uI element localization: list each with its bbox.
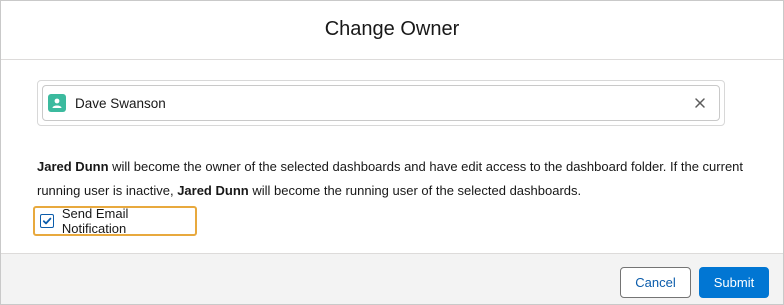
running-user-name: Jared Dunn [177,183,249,198]
send-email-notification-option[interactable]: Send Email Notification [33,206,197,236]
ownership-description: Jared Dunn will become the owner of the … [37,155,757,203]
modal-body: Dave Swanson Jared Dunn will become the … [1,60,783,253]
selected-owner-name: Dave Swanson [75,95,166,111]
contact-icon [48,94,66,112]
new-owner-name: Jared Dunn [37,159,109,174]
modal-footer: Cancel Submit [1,253,783,304]
description-text-2: will become the running user of the sele… [248,183,582,198]
close-icon[interactable] [693,96,707,110]
checkmark-icon [42,217,52,225]
send-email-checkbox[interactable] [40,214,54,228]
send-email-label: Send Email Notification [61,206,129,236]
modal-header: Change Owner [1,1,783,60]
cancel-button[interactable]: Cancel [620,267,691,298]
selected-owner-pill[interactable]: Dave Swanson [42,85,720,121]
submit-button[interactable]: Submit [699,267,769,298]
modal-title: Change Owner [324,17,460,40]
change-owner-modal: Change Owner Dave Swanson Jared Dunn wil… [0,0,784,305]
owner-lookup-field[interactable]: Dave Swanson [37,80,725,126]
